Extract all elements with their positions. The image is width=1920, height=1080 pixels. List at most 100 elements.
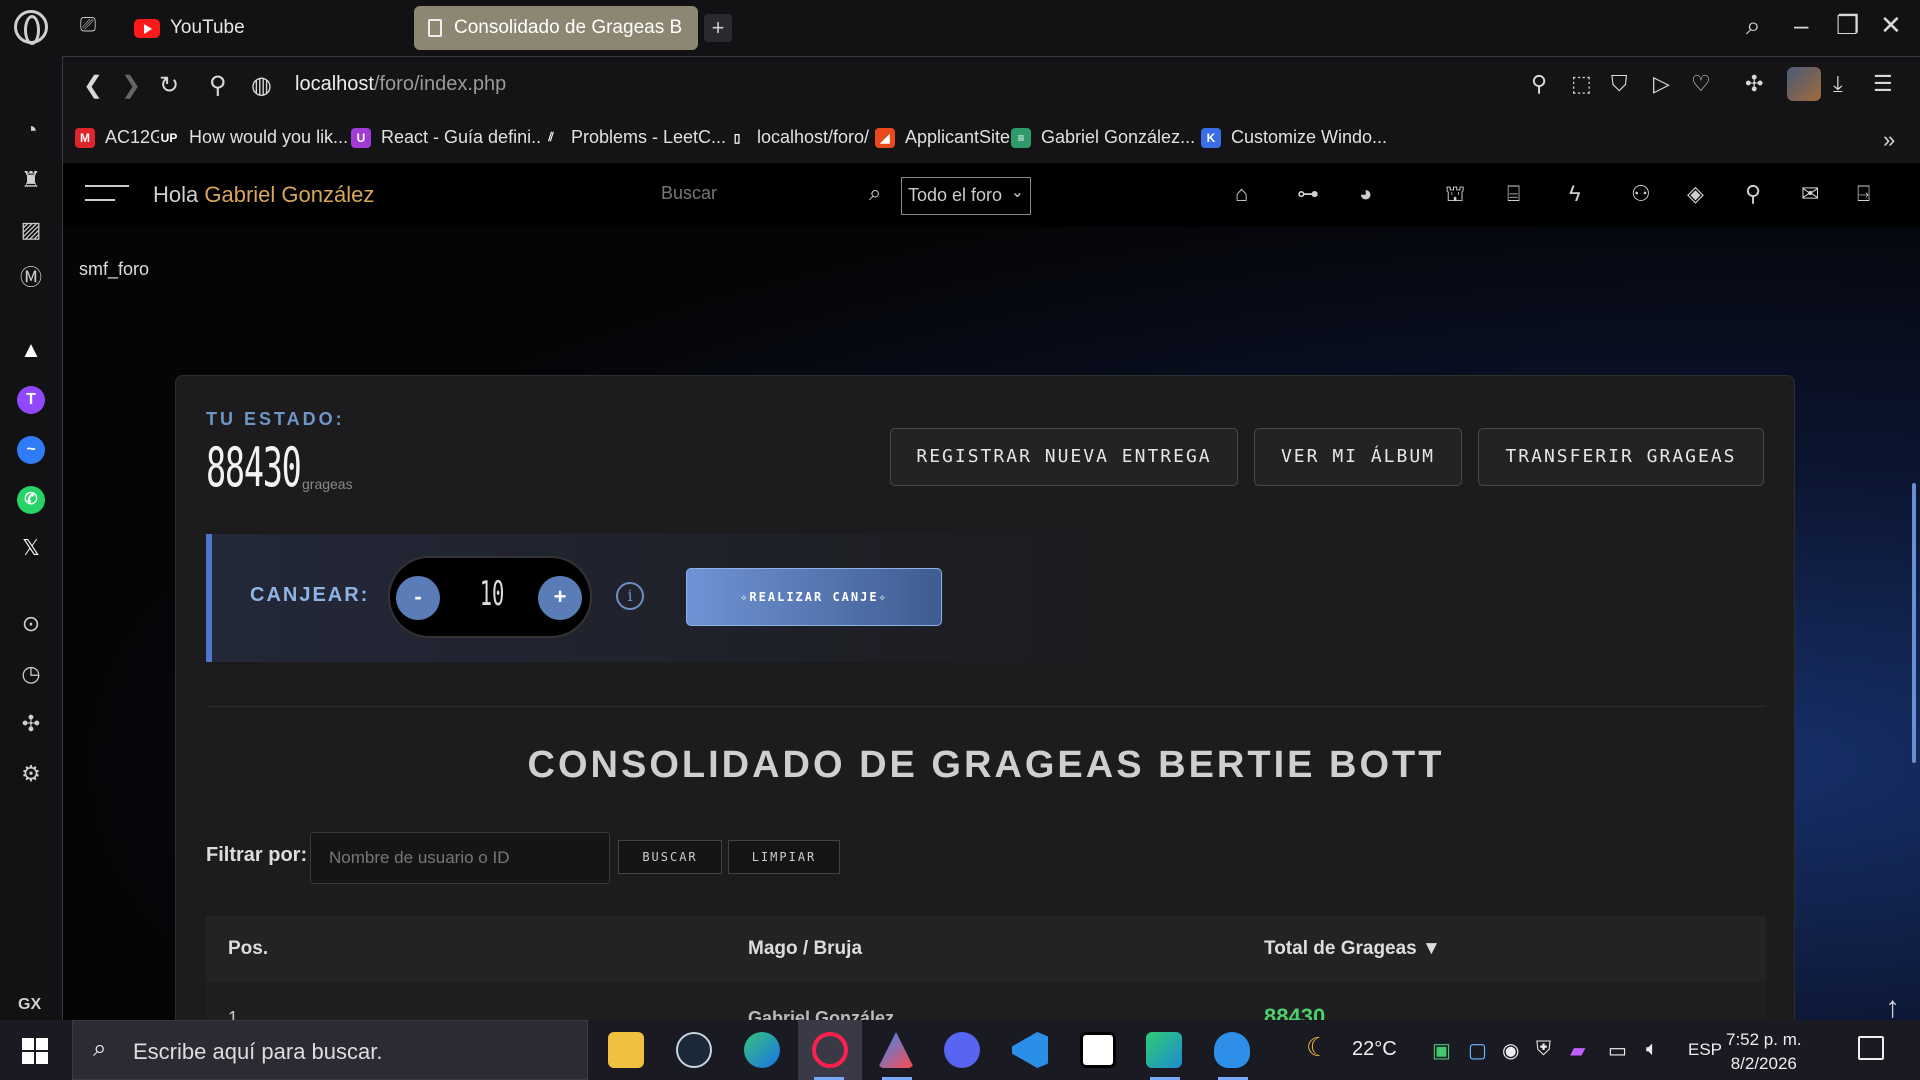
increment-button[interactable]: + [538, 576, 582, 620]
news-icon[interactable]: ▨ [17, 216, 45, 244]
edge-icon[interactable] [744, 1032, 780, 1068]
windows-start-icon[interactable] [22, 1038, 48, 1064]
clock[interactable]: 7:52 p. m. 8/2/2026 [1726, 1028, 1802, 1076]
info-icon[interactable]: i [616, 582, 644, 610]
twitch-icon[interactable]: T [17, 386, 45, 414]
column-total[interactable]: Total de Grageas ▼ [1264, 938, 1441, 960]
profile-avatar[interactable] [1787, 67, 1821, 101]
arc-icon[interactable] [878, 1032, 914, 1068]
heart-icon[interactable]: ♡ [1691, 71, 1711, 97]
bookmark-item[interactable]: ▯ localhost/foro/ [727, 127, 869, 148]
send-icon[interactable]: ▷ [1653, 71, 1670, 97]
extensions-puzzle-icon[interactable]: ✣ [1745, 71, 1763, 97]
stats-icon[interactable]: ◕ [1359, 181, 1372, 207]
shield-icon[interactable]: ⛉ [1611, 71, 1628, 97]
bookmark-item[interactable]: ⫽ Problems - LeetC... [541, 127, 726, 148]
teams-icon[interactable] [1146, 1032, 1182, 1068]
opera-gx-icon[interactable] [812, 1032, 848, 1068]
logout-icon[interactable]: ⍈ [1857, 181, 1870, 207]
bolt-icon[interactable]: ϟ [1569, 181, 1581, 207]
player-icon[interactable]: ⊙ [17, 610, 45, 638]
taskbar-search[interactable]: ⌕ Escribe aquí para buscar. [72, 1020, 588, 1080]
bookmark-item[interactable]: U React - Guía defini... [351, 127, 546, 148]
bookmark-item[interactable]: K Customize Windo... [1201, 127, 1387, 148]
user-name-link[interactable]: Gabriel González [204, 182, 374, 207]
aria-icon[interactable]: ▲ [17, 336, 45, 364]
home-icon[interactable]: ⌂ [1235, 181, 1248, 207]
bookmark-item[interactable]: M AC12G [75, 127, 164, 148]
tray-wa-icon[interactable]: ▰ [1570, 1038, 1585, 1063]
search-tabs-icon[interactable]: ⌕ [1746, 10, 1761, 42]
file-explorer-icon[interactable] [608, 1032, 644, 1068]
forward-icon[interactable]: ❯ [121, 71, 141, 100]
reload-icon[interactable]: ↻ [159, 71, 179, 100]
tray-app2-icon[interactable]: ▢ [1468, 1038, 1487, 1063]
filter-input[interactable]: Nombre de usuario o ID [310, 832, 610, 884]
history-icon[interactable]: ◷ [17, 660, 45, 688]
x-icon[interactable]: 𝕏 [17, 534, 45, 562]
view-album-button[interactable]: VER MI ÁLBUM [1254, 428, 1462, 486]
notifications-icon[interactable] [1858, 1036, 1884, 1060]
volume-icon[interactable]: 🔈︎ [1646, 1038, 1658, 1061]
weather-temp[interactable]: 22°C [1352, 1038, 1397, 1061]
tray-discord-icon[interactable]: ◉ [1502, 1038, 1519, 1063]
whatsapp-icon[interactable]: ✆ [17, 486, 45, 514]
mail-icon[interactable]: ✉ [1801, 181, 1819, 207]
new-tab-button[interactable]: + [704, 14, 732, 42]
messenger-icon[interactable]: ~ [17, 436, 45, 464]
search-button[interactable]: BUSCAR [618, 840, 722, 874]
clear-button[interactable]: LIMPIAR [728, 840, 840, 874]
network-icon[interactable]: ▭ [1608, 1038, 1627, 1063]
extensions-icon[interactable]: ✣ [17, 710, 45, 738]
search-icon[interactable]: ⌕ [869, 180, 881, 206]
forum-search-input[interactable]: Buscar [661, 183, 717, 204]
gamepad-icon[interactable]: ⊶ [1297, 181, 1319, 207]
building-icon[interactable]: ⛫ [1445, 181, 1465, 210]
game-icon[interactable]: ♜ [17, 166, 45, 194]
speed-dial-icon[interactable]: ◔ [17, 116, 45, 144]
url-field[interactable]: localhost/foro/index.php [295, 73, 506, 96]
minimize-button[interactable]: – [1794, 10, 1808, 41]
discord-icon[interactable] [944, 1032, 980, 1068]
menu-icon[interactable] [85, 185, 129, 213]
gx-control-icon[interactable]: ⎚ [80, 14, 96, 37]
tray-app-icon[interactable]: ▣ [1432, 1038, 1451, 1063]
shop-icon[interactable]: ⌸ [1507, 181, 1520, 207]
settings-icon[interactable]: ⚙ [17, 760, 45, 788]
profile-icon[interactable]: ⚲ [1745, 181, 1761, 207]
vscode-icon[interactable] [1012, 1032, 1048, 1068]
steam-icon[interactable] [676, 1032, 712, 1068]
pin-icon[interactable]: ⚲ [1531, 71, 1547, 97]
m-app-icon[interactable]: Ⓜ [17, 264, 45, 292]
transfer-button[interactable]: TRANSFERIR GRAGEAS [1478, 428, 1764, 486]
register-delivery-button[interactable]: REGISTRAR NUEVA ENTREGA [890, 428, 1238, 486]
bookmark-item[interactable]: ◢ ApplicantSite [875, 127, 1010, 148]
whale-icon[interactable] [1214, 1032, 1250, 1068]
weather-moon-icon[interactable]: ☾ [1306, 1032, 1329, 1063]
more-bookmarks-icon[interactable]: » [1883, 127, 1895, 153]
redeem-button[interactable]: ✧REALIZAR CANJE✧ [686, 568, 942, 626]
tray-vpn-icon[interactable]: ⛨ [1536, 1038, 1551, 1061]
tab-consolidado[interactable]: Consolidado de Grageas B [414, 6, 698, 50]
close-window-button[interactable]: ✕ [1880, 10, 1902, 41]
decrement-button[interactable]: - [396, 576, 440, 620]
notion-icon[interactable] [1080, 1032, 1116, 1068]
layers-icon[interactable]: ◈ [1687, 181, 1704, 207]
opera-menu-icon[interactable] [14, 10, 48, 45]
bookmark-item[interactable]: UP How would you lik... [159, 127, 348, 148]
members-icon[interactable]: ⚇ [1631, 181, 1651, 207]
snapshot-icon[interactable]: ⬚ [1571, 71, 1592, 97]
quantity-value[interactable]: 10 [479, 574, 505, 614]
tab-youtube[interactable]: YouTube [120, 6, 259, 50]
back-icon[interactable]: ❮ [83, 71, 103, 100]
language-indicator[interactable]: ESP [1688, 1040, 1722, 1060]
restore-button[interactable]: ❐ [1836, 10, 1859, 41]
key-search-icon[interactable]: ⚲ [209, 71, 227, 100]
scroll-up-icon[interactable]: ↑ [1885, 991, 1900, 1021]
easy-setup-icon[interactable]: ☰ [1873, 71, 1893, 97]
scrollbar[interactable] [1912, 483, 1916, 763]
breadcrumb[interactable]: smf_foro [79, 259, 149, 280]
download-icon[interactable]: ⤓ [1833, 71, 1843, 97]
bookmark-item[interactable]: ≡ Gabriel González... [1011, 127, 1195, 148]
search-scope-select[interactable]: Todo el foro [901, 177, 1031, 215]
